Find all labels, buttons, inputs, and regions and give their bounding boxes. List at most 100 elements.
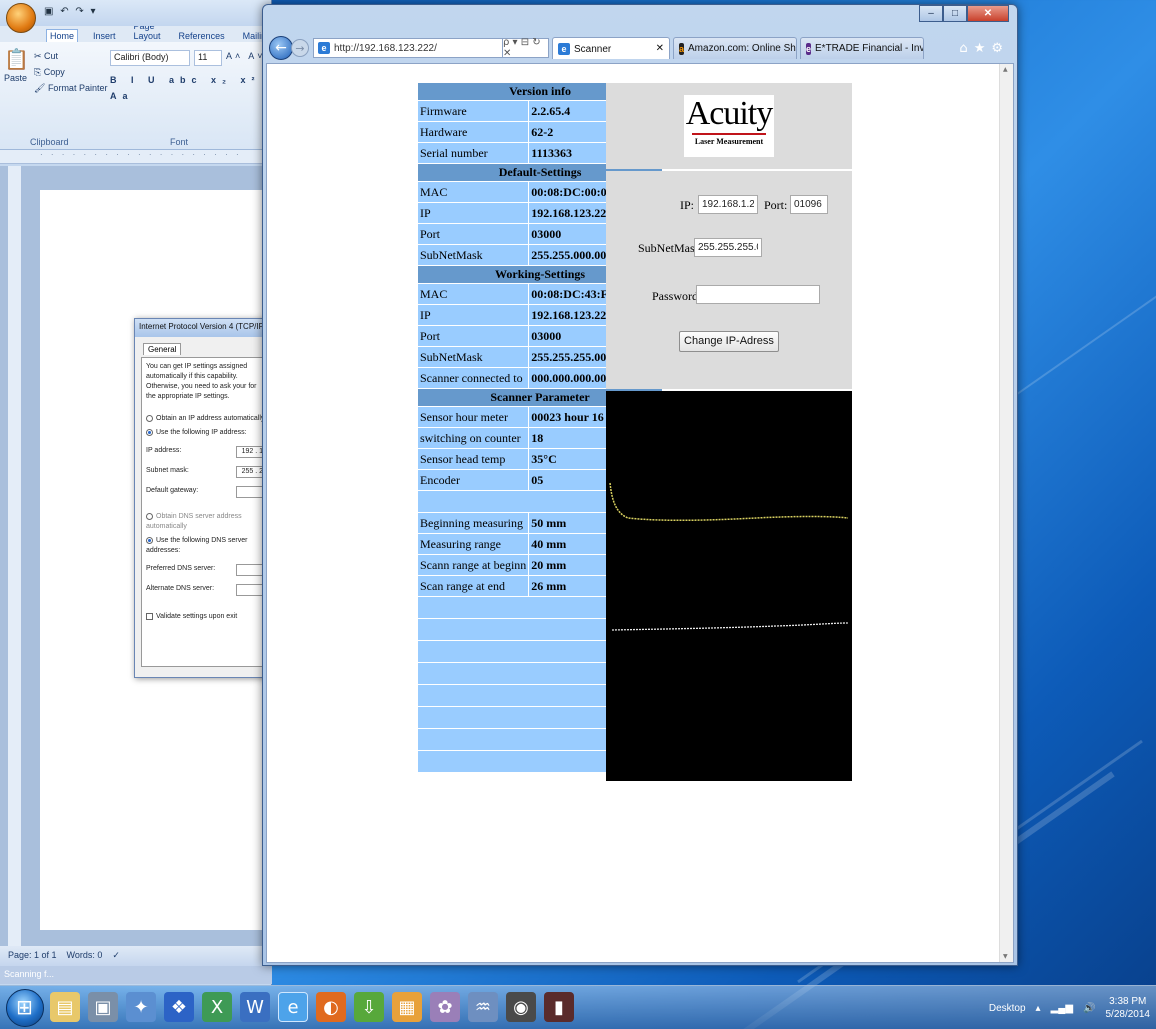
logo-subtitle: Laser Measurement bbox=[694, 137, 764, 146]
internet-explorer-icon[interactable]: e bbox=[278, 992, 308, 1022]
font-name-select[interactable]: Calibri (Body) bbox=[110, 50, 190, 66]
close-button[interactable]: ✕ bbox=[967, 5, 1009, 22]
quick-access-toolbar[interactable]: ▣ ↶ ↷ ▾ bbox=[44, 6, 98, 17]
network-icon[interactable]: ✦ bbox=[126, 992, 156, 1022]
browser-tools: ⌂ ★ ⚙ bbox=[959, 41, 1003, 56]
vertical-scrollbar[interactable] bbox=[999, 64, 1013, 962]
app-icon[interactable]: ♒ bbox=[468, 992, 498, 1022]
network-signal-icon[interactable]: ▂▄▆ bbox=[1051, 1003, 1073, 1014]
radio-selected-icon bbox=[146, 428, 153, 436]
gear-icon[interactable]: ⚙ bbox=[991, 41, 1003, 56]
scanning-status: Scanning f... bbox=[0, 966, 272, 984]
grow-shrink-font-buttons[interactable]: A˄ A˅ bbox=[226, 48, 266, 64]
tray-expand-icon[interactable]: ▴ bbox=[1036, 1003, 1041, 1014]
logo-panel: Acuity Laser Measurement bbox=[606, 83, 852, 169]
gateway-label: Default gateway: bbox=[146, 487, 199, 494]
clock-time: 3:38 PM bbox=[1109, 996, 1147, 1007]
proofing-icon[interactable]: ✓ bbox=[112, 950, 120, 962]
dialog-title: Internet Protocol Version 4 (TCP/IPv4) P… bbox=[135, 319, 271, 337]
favorites-star-icon[interactable]: ★ bbox=[974, 41, 986, 56]
preferred-dns-row: Preferred DNS server: bbox=[146, 564, 266, 576]
ie-page-icon: e bbox=[318, 42, 330, 54]
volume-icon[interactable]: 🔊 bbox=[1083, 1003, 1095, 1014]
dialog-pane: You can get IP settings assigned automat… bbox=[141, 357, 271, 667]
tab-etrade[interactable]: eE*TRADE Financial - Investmen... bbox=[800, 37, 924, 59]
font-format-buttons[interactable]: B I U abc x₂ x² Aa bbox=[110, 72, 271, 104]
subnet-mask-label: Subnet mask: bbox=[146, 467, 189, 474]
maximize-button[interactable]: □ bbox=[943, 5, 967, 22]
dropbox-icon[interactable]: ❖ bbox=[164, 992, 194, 1022]
clipboard-group: 📋 Paste bbox=[4, 48, 29, 86]
paste-icon[interactable]: 📋 bbox=[4, 48, 29, 70]
ip-input[interactable] bbox=[698, 195, 758, 214]
browser-window: – □ ✕ ← → e http://192.168.123.222/ ρ ▾ … bbox=[262, 4, 1018, 966]
port-input[interactable] bbox=[790, 195, 828, 214]
download-icon[interactable]: ⇩ bbox=[354, 992, 384, 1022]
password-input[interactable] bbox=[696, 285, 820, 304]
ip-address-row: IP address: 192 . 1 bbox=[146, 446, 266, 458]
word-title-bar: ▣ ↶ ↷ ▾ bbox=[0, 0, 271, 33]
working-mask-label: SubNetMask bbox=[418, 347, 529, 367]
scan-profile-svg bbox=[609, 482, 849, 631]
copy-button[interactable]: ⎘ Copy bbox=[34, 64, 107, 80]
validate-checkbox[interactable]: Validate settings upon exit bbox=[146, 612, 266, 622]
use-dns-radio[interactable]: Use the following DNS server addresses: bbox=[146, 536, 266, 556]
tab-insert[interactable]: Insert bbox=[90, 30, 119, 42]
preferred-dns-label: Preferred DNS server: bbox=[146, 565, 216, 572]
password-label: Password: bbox=[652, 289, 702, 303]
font-size-select[interactable]: 11 bbox=[194, 50, 222, 66]
back-arrow-icon[interactable]: ← bbox=[269, 36, 293, 60]
address-bar[interactable]: e http://192.168.123.222/ bbox=[313, 38, 503, 58]
page-count[interactable]: Page: 1 of 1 bbox=[8, 950, 57, 962]
change-ip-button[interactable]: Change IP-Adress bbox=[679, 331, 779, 352]
obtain-dns-radio[interactable]: Obtain DNS server address automatically bbox=[146, 512, 266, 532]
tab-amazon[interactable]: aAmazon.com: Online Shoppin... bbox=[673, 37, 797, 59]
page-viewport: Version info Firmware 2.2.65.4 Hardware 62… bbox=[266, 63, 1014, 963]
word-icon[interactable]: W bbox=[240, 992, 270, 1022]
ip-label: IP: bbox=[680, 198, 695, 212]
terminal-icon[interactable]: ▮ bbox=[544, 992, 574, 1022]
tab-home[interactable]: Home bbox=[46, 29, 79, 42]
vertical-ruler[interactable] bbox=[8, 166, 22, 946]
minimize-button[interactable]: – bbox=[919, 5, 943, 22]
dialog-intro-text: You can get IP settings assigned automat… bbox=[146, 363, 257, 400]
alternate-dns-label: Alternate DNS server: bbox=[146, 585, 215, 592]
use-ip-radio[interactable]: Use the following IP address: bbox=[146, 428, 266, 438]
hardware-label: Hardware bbox=[418, 122, 529, 142]
cut-button[interactable]: ✂ Cut bbox=[34, 48, 107, 64]
working-mac-label: MAC bbox=[418, 284, 529, 304]
home-icon[interactable]: ⌂ bbox=[959, 41, 967, 56]
archive-icon[interactable]: ▦ bbox=[392, 992, 422, 1022]
device-icon[interactable]: ▣ bbox=[88, 992, 118, 1022]
scan-profile-line-1 bbox=[609, 482, 849, 522]
subnet-mask-input[interactable] bbox=[694, 238, 762, 257]
camera-icon[interactable]: ◉ bbox=[506, 992, 536, 1022]
scan-range-begin-label: Scann range at beginn bbox=[418, 555, 529, 575]
tab-references[interactable]: References bbox=[176, 30, 228, 42]
url-text[interactable]: http://192.168.123.222/ bbox=[334, 43, 437, 54]
radio-icon bbox=[146, 512, 153, 520]
tab-general[interactable]: General bbox=[143, 343, 182, 355]
obtain-ip-radio[interactable]: Obtain an IP address automatically bbox=[146, 414, 266, 424]
switch-counter-label: switching on counter bbox=[418, 428, 529, 448]
start-button[interactable] bbox=[6, 989, 44, 1027]
office-app-icon[interactable]: ◐ bbox=[316, 992, 346, 1022]
scan-profile-line-2 bbox=[611, 622, 849, 631]
address-controls[interactable]: ρ ▾ ⊟ ↻ ✕ bbox=[503, 37, 549, 59]
media-icon[interactable]: ✿ bbox=[430, 992, 460, 1022]
desktop-toolbar[interactable]: Desktop bbox=[989, 1003, 1026, 1014]
ribbon-tabs: Home Insert Page Layout References Maili… bbox=[0, 21, 276, 42]
head-temp-label: Sensor head temp bbox=[418, 449, 529, 469]
forward-arrow-icon[interactable]: → bbox=[291, 39, 309, 57]
excel-icon[interactable]: X bbox=[202, 992, 232, 1022]
word-count[interactable]: Words: 0 bbox=[67, 950, 103, 962]
office-button-icon[interactable] bbox=[6, 3, 36, 33]
explorer-folder-icon[interactable]: ▤ bbox=[50, 992, 80, 1022]
clock[interactable]: 3:38 PM 5/28/2014 bbox=[1106, 995, 1151, 1021]
tab-scanner[interactable]: e Scanner ✕ bbox=[552, 37, 670, 59]
horizontal-ruler[interactable]: · · · · · · · · · · · · · · · · · · · bbox=[0, 150, 271, 164]
amazon-icon: a bbox=[679, 42, 685, 55]
format-painter-button[interactable]: 🖌 Format Painter bbox=[34, 80, 107, 96]
tab-close-icon[interactable]: ✕ bbox=[656, 43, 664, 54]
paste-button[interactable]: Paste bbox=[4, 70, 29, 86]
